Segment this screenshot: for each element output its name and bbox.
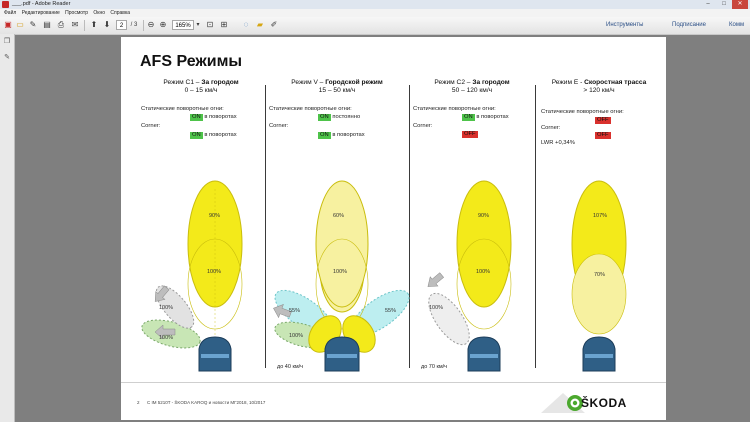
sign-pane-button[interactable]: Подписание — [672, 21, 706, 30]
menu-file[interactable]: Файл — [4, 9, 16, 17]
beam-percent: 100% — [429, 305, 444, 311]
beam-percent: 70% — [594, 272, 606, 278]
page-number: 2 — [137, 400, 140, 405]
next-page-icon[interactable]: ⬇ — [102, 20, 112, 30]
beam-percent: 100% — [207, 269, 222, 275]
toolbar: ▣ ▭ ✎ ▤ ⎙ ✉ ⬆ ⬇ 2 / 3 ⊖ ⊕ 165% ▾ ⊡ ⊞ ◌ ▰… — [0, 17, 750, 35]
comment-pane-button[interactable]: Комм — [729, 21, 744, 30]
page-title: AFS Режимы — [140, 53, 243, 70]
beam-percent: 100% — [476, 269, 491, 275]
sticky-note-icon[interactable]: ▰ — [255, 20, 265, 30]
mode-v-panel: Режим V – Городской режим 15 – 50 км/ч С… — [267, 79, 410, 381]
comment-icon[interactable]: ◌ — [241, 20, 251, 30]
column-divider — [535, 85, 536, 368]
beam-percent: 100% — [159, 335, 174, 341]
speed-note: до 70 км/ч — [421, 364, 448, 370]
email-icon[interactable]: ✉ — [70, 20, 80, 30]
attachments-icon[interactable]: ✎ — [3, 54, 11, 62]
minimize-button[interactable]: – — [700, 0, 716, 9]
beam-diagram-c1 — [141, 180, 243, 372]
zoom-in-icon[interactable]: ⊕ — [158, 20, 168, 30]
close-button[interactable]: ✕ — [732, 0, 748, 9]
beam-diagram-c2 — [427, 180, 512, 372]
open-folder-icon[interactable]: ▭ — [15, 20, 25, 30]
beam-percent: 55% — [289, 308, 301, 314]
footer-divider — [121, 382, 666, 383]
beam-percent: 107% — [593, 213, 608, 219]
edit-icon[interactable]: ✎ — [28, 20, 38, 30]
menu-window[interactable]: Окно — [93, 9, 105, 17]
navigation-panel: ❐ ✎ — [0, 34, 15, 422]
page-thumbnails-icon[interactable]: ❐ — [3, 38, 11, 46]
beam-percent: 55% — [385, 308, 397, 314]
beam-percent: 60% — [333, 213, 345, 219]
beam-percent: 100% — [333, 269, 348, 275]
beam-diagram-v — [273, 180, 410, 372]
beam-diagram-e — [571, 180, 627, 372]
fit-page-icon[interactable]: ⊡ — [205, 20, 215, 30]
beam-percent: 100% — [159, 305, 174, 311]
toolbar-separator — [143, 20, 144, 31]
tools-pane-button[interactable]: Инструменты — [606, 21, 643, 30]
maximize-button[interactable]: □ — [716, 0, 732, 9]
mode-c2-panel: Режим C2 – За городом 50 – 120 км/ч Стат… — [411, 79, 533, 381]
beam-percent: 90% — [478, 213, 490, 219]
menu-help[interactable]: Справка — [110, 9, 130, 17]
save-icon[interactable]: ▤ — [42, 20, 52, 30]
speed-note: до 40 км/ч — [277, 364, 304, 370]
toolbar-separator — [84, 20, 85, 31]
zoom-out-icon[interactable]: ⊖ — [146, 20, 156, 30]
print-icon[interactable]: ⎙ — [56, 20, 66, 30]
mode-e-panel: Режим E - Скоростная трасса > 120 км/ч С… — [537, 79, 661, 381]
window-titlebar: ___.pdf - Adobe Reader – □ ✕ — [0, 0, 750, 9]
window-title: ___.pdf - Adobe Reader — [12, 1, 71, 7]
menu-bar: Файл Редактирование Просмотр Окно Справк… — [0, 9, 750, 17]
zoom-input[interactable]: 165% — [172, 20, 194, 30]
page-total: / 3 — [130, 22, 138, 28]
create-pdf-icon[interactable]: ▣ — [3, 20, 13, 30]
pdf-page: AFS Режимы Режим C1 – За городом 0 – 15 … — [121, 37, 666, 420]
brand-name: ŠKODA — [581, 396, 627, 410]
prev-page-icon[interactable]: ⬆ — [89, 20, 99, 30]
highlight-icon[interactable]: ✐ — [269, 20, 279, 30]
mode-c1-panel: Режим C1 – За городом 0 – 15 км/ч Статич… — [139, 79, 263, 381]
column-divider — [409, 85, 410, 368]
footer-caption: C IM 5210T - ŠKODA KAROQ и новости MГ201… — [147, 400, 266, 405]
chevron-down-icon[interactable]: ▾ — [193, 20, 203, 30]
adobe-reader-icon — [2, 1, 9, 8]
menu-view[interactable]: Просмотр — [65, 9, 88, 17]
page-number-input[interactable]: 2 — [116, 20, 127, 30]
fit-width-icon[interactable]: ⊞ — [219, 20, 229, 30]
beam-percent: 100% — [289, 333, 304, 339]
beam-percent: 90% — [209, 213, 221, 219]
menu-edit[interactable]: Редактирование — [22, 9, 60, 17]
column-divider — [265, 85, 266, 368]
